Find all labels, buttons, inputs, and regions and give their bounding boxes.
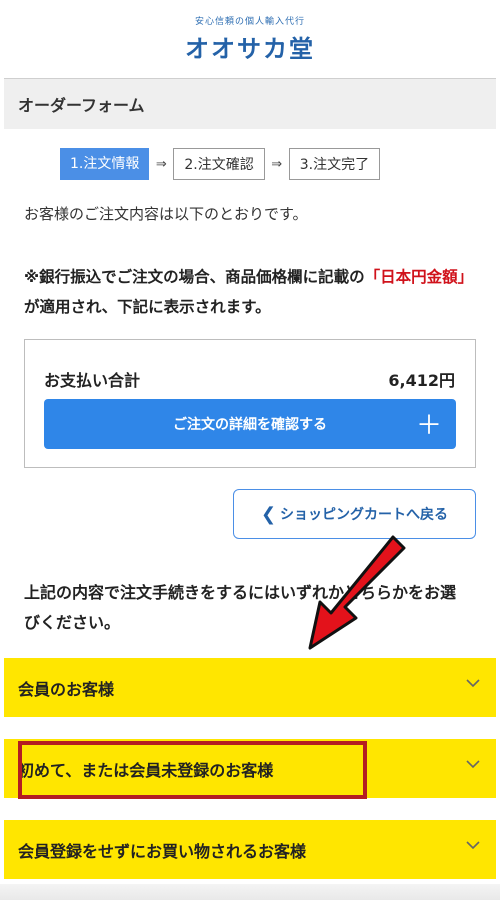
page-title: オーダーフォーム [18, 96, 145, 115]
chevron-down-icon [466, 760, 480, 769]
back-to-cart-label: ショッピングカートへ戻る [280, 507, 449, 523]
step-order-confirm: 2.注文確認 [173, 148, 265, 180]
option-guest[interactable]: 会員登録をせずにお買い物されるお客様 [4, 820, 496, 879]
payment-total-label: お支払い合計 [44, 371, 141, 390]
notice-suffix: が適用され、下記に表示されます。 [24, 298, 271, 316]
chevron-left-icon: ❮ [260, 503, 277, 525]
notice-prefix: ※銀行振込でご注文の場合、商品価格欄に記載の [24, 268, 365, 286]
step-arrow-icon: ⇒ [271, 156, 283, 172]
logo-brand-name: オオサカ堂 [185, 35, 315, 63]
payment-total-amount: 6,412円 [388, 371, 455, 390]
option-guest-label: 会員登録をせずにお買い物されるお客様 [18, 841, 307, 861]
site-logo[interactable]: 安心信頼の個人輸入代行 オオサカ堂 [0, 14, 500, 64]
order-form-header: オーダーフォーム [4, 78, 496, 129]
step-order-info: 1.注文情報 [60, 148, 150, 180]
logo-tagline: 安心信頼の個人輸入代行 [194, 17, 305, 27]
option-member[interactable]: 会員のお客様 [4, 658, 496, 717]
payment-summary: お支払い合計 6,412円 ご注文の詳細を確認する ＋ [24, 339, 476, 468]
option-member-label: 会員のお客様 [18, 679, 115, 699]
chevron-down-icon [466, 841, 480, 850]
order-details-label: ご注文の詳細を確認する [173, 417, 327, 433]
plus-icon: ＋ [415, 411, 442, 441]
order-steps: 1.注文情報 ⇒ 2.注文確認 ⇒ 3.注文完了 [60, 148, 381, 180]
chevron-down-icon [466, 679, 480, 688]
bank-transfer-notice: ※銀行振込でご注文の場合、商品価格欄に記載の「日本円金額」が適用され、下記に表示… [24, 262, 476, 322]
highlight-annotation-box [18, 741, 367, 799]
step-arrow-icon: ⇒ [155, 156, 167, 172]
intro-text: お客様のご注文内容は以下のとおりです。 [24, 205, 308, 223]
order-details-button[interactable]: ご注文の詳細を確認する ＋ [44, 399, 456, 449]
notice-highlight: 「日本円金額」 [364, 268, 474, 286]
page-bottom-shadow [0, 884, 500, 900]
red-arrow-annotation [308, 535, 406, 650]
step-order-complete: 3.注文完了 [288, 148, 381, 180]
